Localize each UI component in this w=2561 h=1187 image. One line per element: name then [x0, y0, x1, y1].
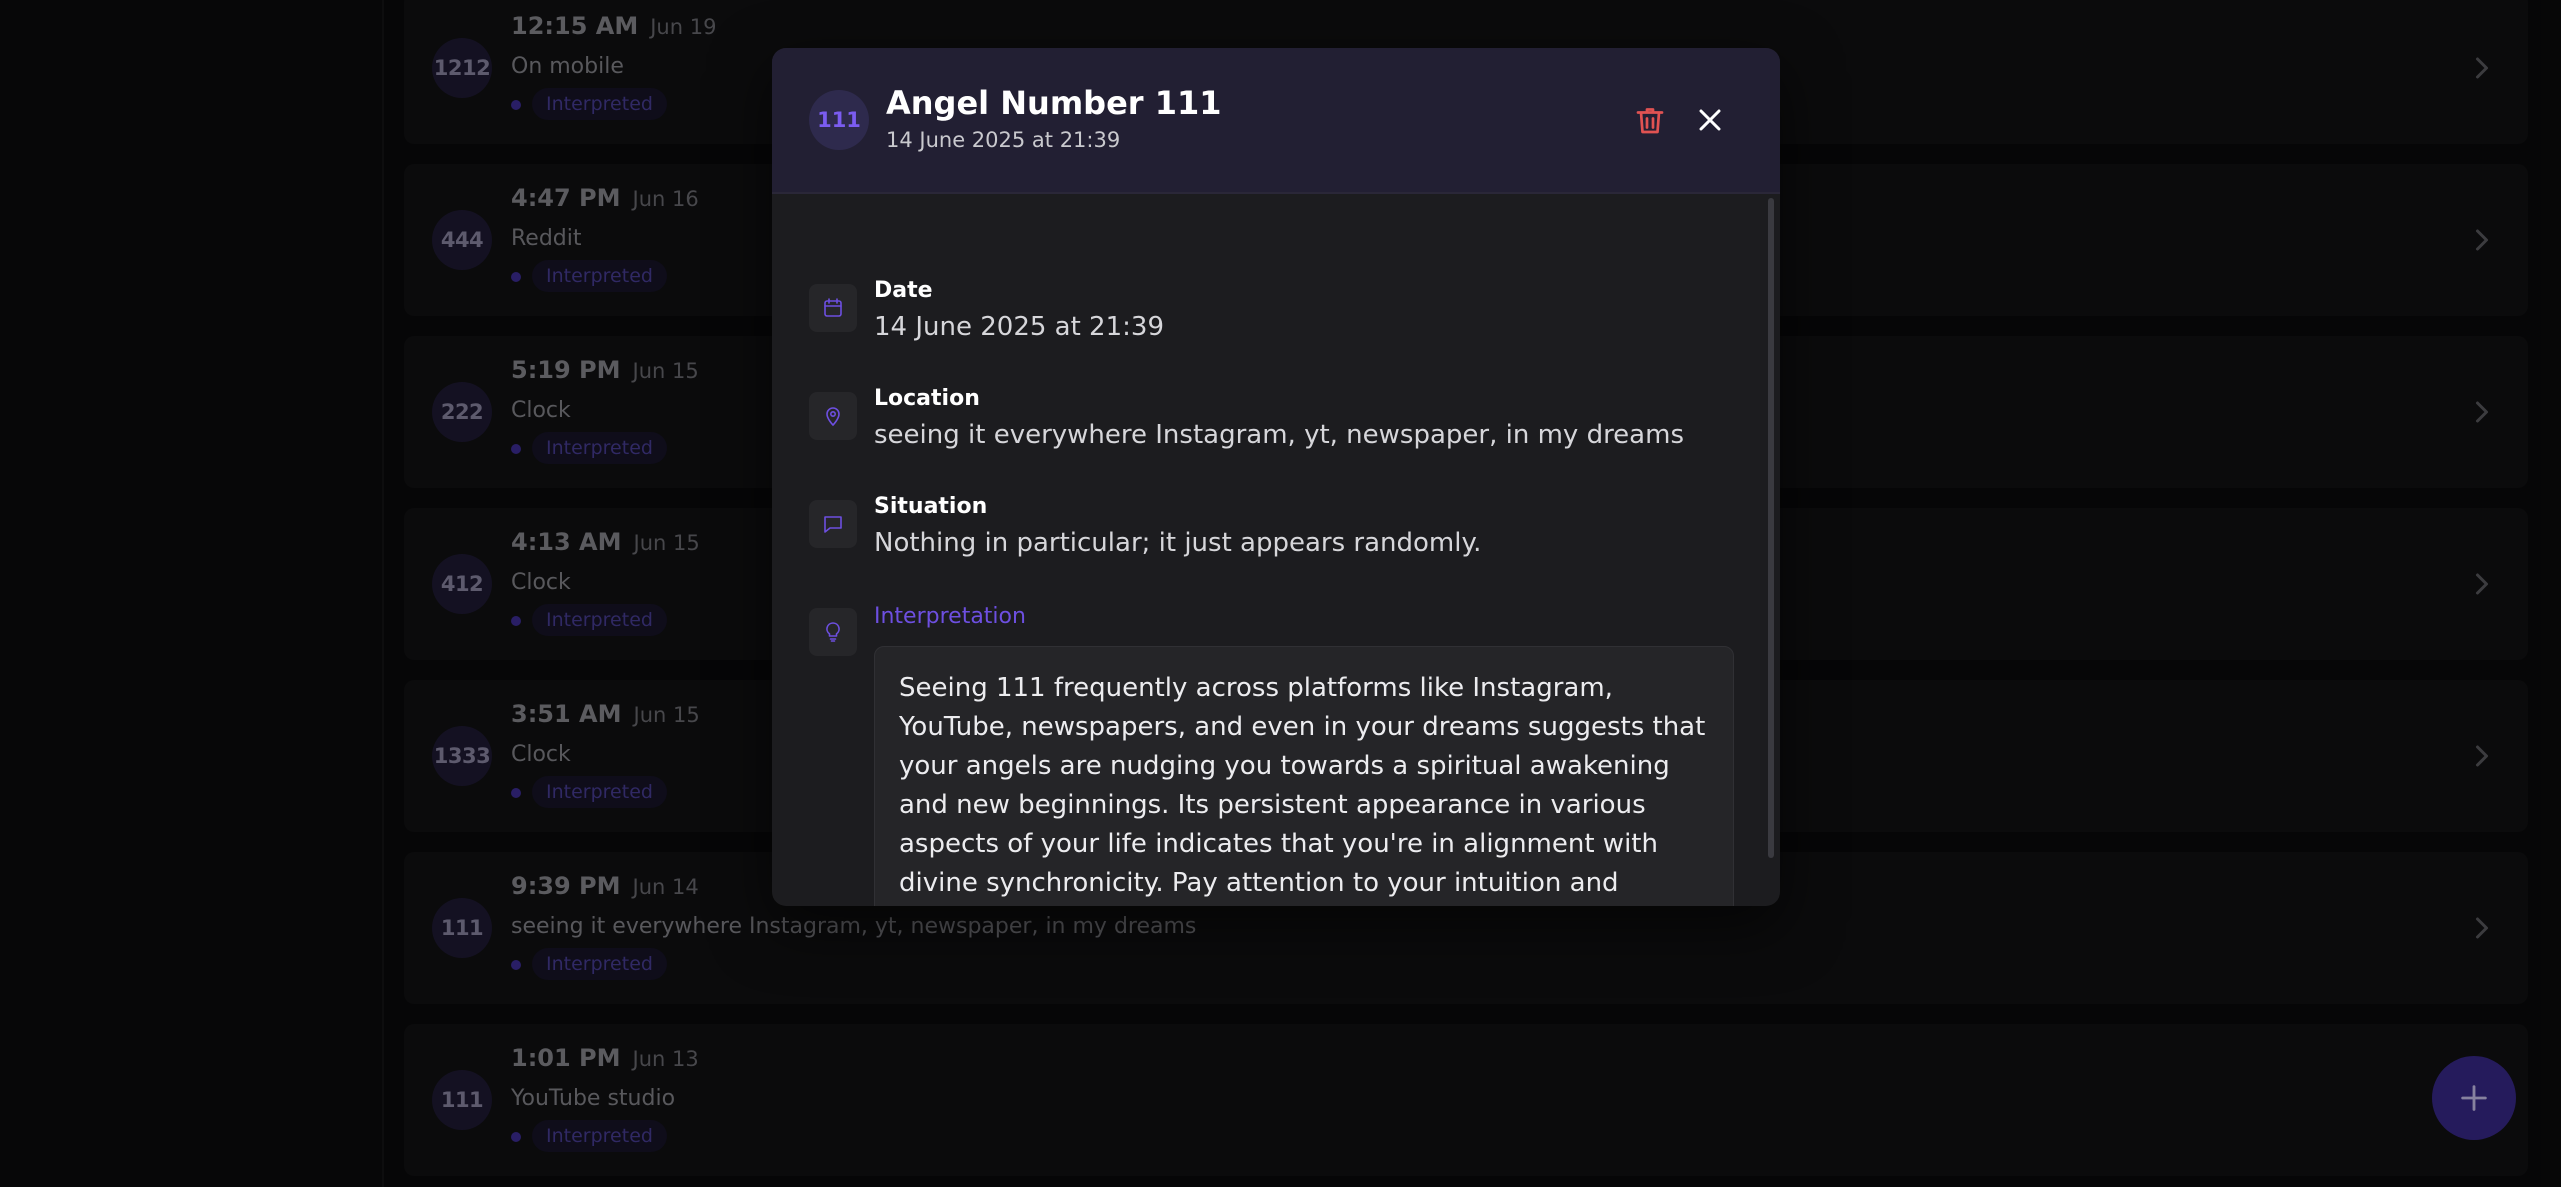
map-pin-icon: [809, 392, 857, 440]
modal-scrollbar[interactable]: [1768, 198, 1774, 858]
date-label: Date: [874, 278, 933, 303]
lightbulb-icon: [809, 608, 857, 656]
situation-value: Nothing in particular; it just appears r…: [874, 528, 1482, 558]
number-badge: 111: [809, 90, 869, 150]
close-icon[interactable]: [1692, 102, 1728, 138]
interpretation-text: Seeing 111 frequently across platforms l…: [874, 646, 1734, 906]
modal-body: Date 14 June 2025 at 21:39 Location seei…: [772, 194, 1780, 906]
message-icon: [809, 500, 857, 548]
date-value: 14 June 2025 at 21:39: [874, 312, 1164, 342]
interpretation-label: Interpretation: [874, 604, 1026, 629]
trash-icon[interactable]: [1632, 102, 1668, 138]
location-label: Location: [874, 386, 980, 411]
situation-label: Situation: [874, 494, 988, 519]
location-value: seeing it everywhere Instagram, yt, news…: [874, 420, 1684, 450]
modal-title: Angel Number 111: [886, 84, 1222, 122]
modal-header: 111 Angel Number 111 14 June 2025 at 21:…: [772, 48, 1780, 194]
modal-subtitle: 14 June 2025 at 21:39: [886, 128, 1121, 152]
sighting-detail-modal: 111 Angel Number 111 14 June 2025 at 21:…: [772, 48, 1780, 906]
calendar-icon: [809, 284, 857, 332]
